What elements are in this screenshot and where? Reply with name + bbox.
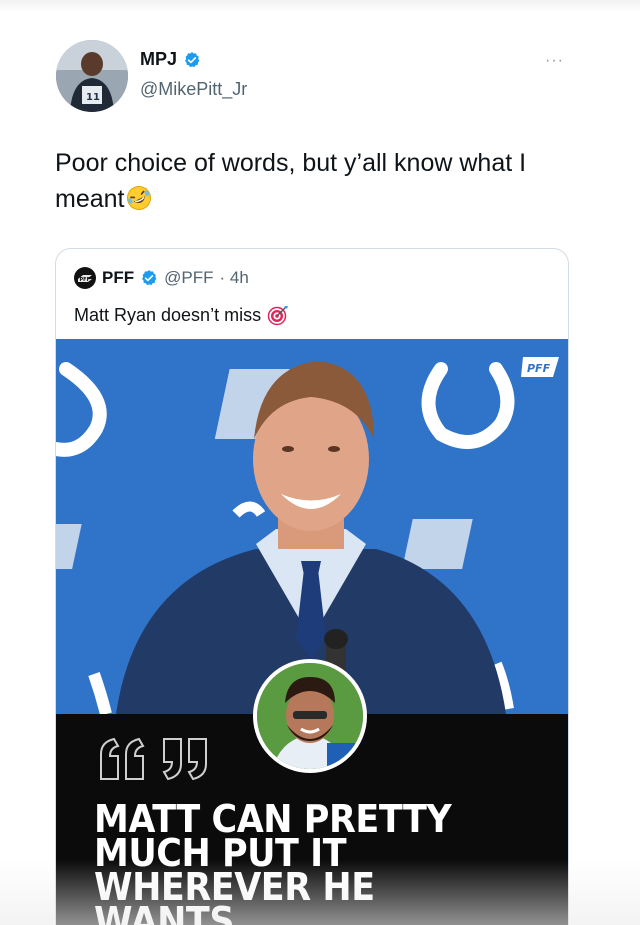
- quote-headline: MATT CAN PRETTY MUCH PUT IT WHEREVER HE …: [94, 797, 452, 925]
- top-edge: [0, 0, 640, 12]
- svg-text:PFF: PFF: [80, 277, 91, 283]
- player-inset-photo: [253, 659, 367, 773]
- verified-badge-icon: [185, 51, 200, 67]
- svg-text:11: 11: [86, 92, 100, 103]
- more-options-icon[interactable]: ···: [545, 52, 564, 70]
- pff-logo-icon: PFF: [521, 357, 559, 377]
- quoted-author-name[interactable]: PFF: [102, 268, 134, 288]
- quoted-timestamp[interactable]: · 4h: [219, 268, 248, 288]
- quoted-text: Matt Ryan doesn’t miss: [74, 304, 262, 325]
- bullseye-dart-icon: [267, 306, 289, 326]
- author-name-row: MPJ: [140, 49, 201, 70]
- tweet-body: Poor choice of words, but y’all know wha…: [55, 145, 595, 217]
- author-avatar[interactable]: 11: [56, 40, 128, 112]
- quoted-body: Matt Ryan doesn’t miss: [74, 304, 289, 326]
- author-handle[interactable]: @MikePitt_Jr: [140, 79, 247, 100]
- svg-text:PFF: PFF: [527, 362, 551, 375]
- pff-logo-icon: PFF: [74, 267, 96, 289]
- rolling-laughing-emoji-icon: [127, 186, 152, 210]
- quotation-marks-icon: [100, 737, 207, 781]
- press-conference-photo[interactable]: PFF: [56, 339, 568, 714]
- quoted-tweet-card[interactable]: PFF PFF @PFF · 4h Matt Ryan doesn’t miss: [55, 248, 569, 925]
- author-display-name[interactable]: MPJ: [140, 49, 177, 70]
- quoted-header: PFF PFF @PFF · 4h: [74, 267, 249, 289]
- verified-badge-icon: [142, 270, 157, 286]
- quoted-author-handle[interactable]: @PFF: [164, 268, 213, 288]
